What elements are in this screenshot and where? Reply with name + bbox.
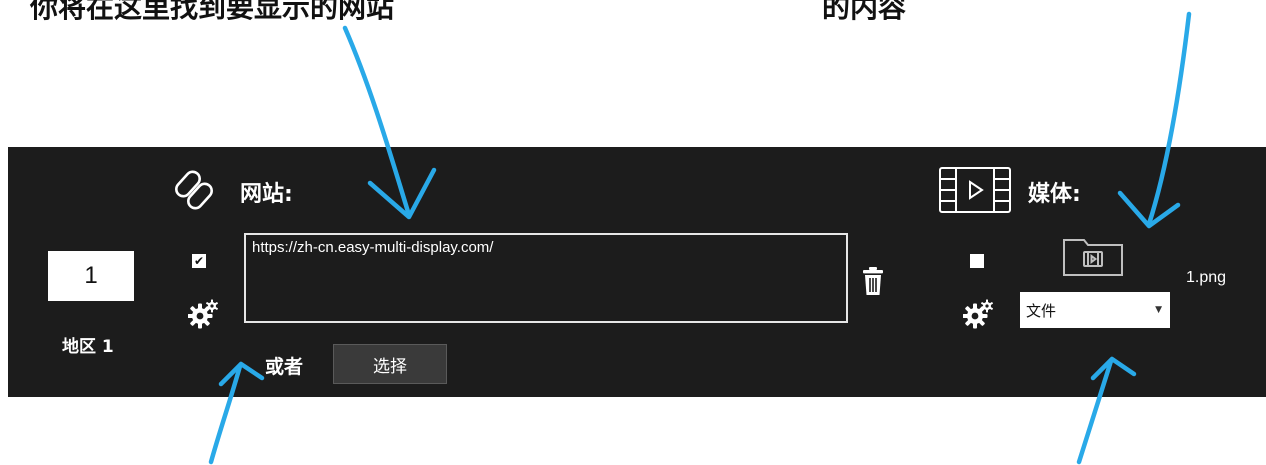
website-url-value: https://zh-cn.easy-multi-display.com/ bbox=[252, 239, 494, 256]
link-icon bbox=[168, 167, 224, 217]
media-section-title: 媒体: bbox=[1028, 182, 1081, 207]
media-settings-gear-icon[interactable] bbox=[962, 299, 995, 333]
chevron-down-icon: ▼ bbox=[1155, 305, 1162, 315]
select-website-button[interactable]: 选择 bbox=[333, 344, 447, 384]
media-source-select[interactable]: 文件 ▼ bbox=[1020, 292, 1170, 328]
film-icon bbox=[938, 165, 1012, 219]
select-button-label: 选择 bbox=[373, 356, 407, 377]
media-file-name: 1.png bbox=[1186, 269, 1227, 286]
checkmark-icon: ✔ bbox=[193, 254, 205, 268]
region-number: 1 bbox=[84, 262, 98, 289]
or-label: 或者 bbox=[265, 356, 304, 378]
media-source-value: 文件 bbox=[1026, 301, 1057, 320]
website-enable-checkbox[interactable]: ✔ bbox=[192, 254, 206, 268]
clear-url-trash-icon[interactable] bbox=[862, 266, 884, 300]
region-label: 地区 1 bbox=[62, 337, 114, 357]
top-caption-left: 你将在这里找到要显示的网站 bbox=[30, 0, 395, 24]
website-section-title: 网站: bbox=[240, 182, 293, 207]
region-settings-panel: 1 地区 1 网站: ✔ https://zh-cn.easy-multi-di… bbox=[8, 147, 1266, 397]
region-number-box: 1 bbox=[48, 251, 134, 301]
media-enable-checkbox[interactable] bbox=[970, 254, 984, 268]
website-settings-gear-icon[interactable] bbox=[187, 299, 220, 333]
top-caption-right: 的内容 bbox=[822, 0, 907, 24]
website-url-input[interactable]: https://zh-cn.easy-multi-display.com/ bbox=[244, 233, 848, 323]
media-folder-icon[interactable] bbox=[1062, 233, 1124, 281]
